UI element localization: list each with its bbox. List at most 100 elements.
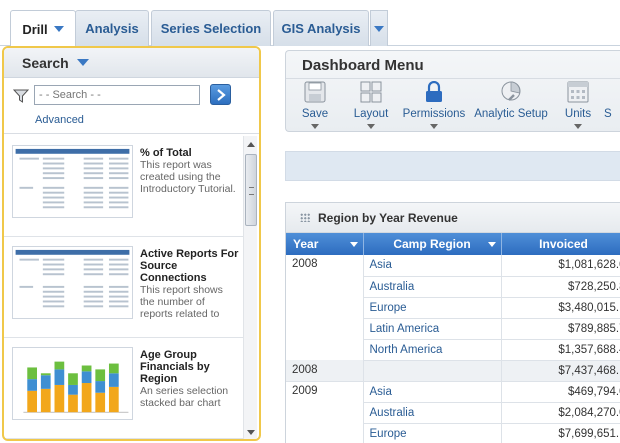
result-title: Active Reports For Source Connections: [140, 248, 239, 284]
permissions-label: Permissions: [402, 108, 466, 120]
region-cell[interactable]: Asia: [363, 381, 502, 403]
lock-icon: [426, 81, 442, 102]
invoiced-cell: $469,794.0: [501, 381, 620, 403]
invoiced-cell: $728,250.8: [501, 276, 620, 298]
tab-gis-analysis-label: GIS Analysis: [281, 21, 361, 36]
invoiced-cell: $7,699,651.1: [501, 423, 620, 443]
tab-analysis[interactable]: Analysis: [75, 10, 149, 46]
result-description: An series selection stacked bar chart: [140, 385, 229, 409]
drag-handle-icon[interactable]: [300, 213, 311, 222]
invoiced-cell: $1,357,688.4: [501, 339, 620, 361]
results-scrollbar[interactable]: [243, 136, 257, 439]
permissions-button[interactable]: Permissions: [400, 79, 468, 129]
units-button[interactable]: Units: [558, 79, 598, 129]
chevron-down-icon[interactable]: [430, 124, 438, 129]
advanced-search-link[interactable]: Advanced: [35, 114, 84, 126]
report-panel: Region by Year Revenue Year Camp Region …: [285, 202, 620, 443]
tab-drill[interactable]: Drill: [10, 10, 76, 47]
analytic-setup-icon: [501, 81, 521, 101]
search-go-button[interactable]: [210, 84, 231, 105]
region-cell[interactable]: Europe: [363, 423, 502, 443]
result-description: This report shows the number of reports …: [140, 284, 223, 320]
year-cell: 2009: [286, 381, 364, 443]
chevron-down-icon[interactable]: [349, 242, 358, 247]
tab-bar: Drill Analysis Series Selection GIS Anal…: [0, 0, 620, 47]
result-title: Age Group Financials by Region: [140, 349, 210, 385]
subtotal-label: 2008: [286, 360, 364, 382]
search-form: Advanced: [4, 78, 259, 134]
tab-drill-label: Drill: [22, 21, 48, 37]
search-input[interactable]: [34, 85, 200, 105]
search-result-item[interactable]: % of Total This report was created using…: [4, 136, 243, 237]
search-result-item[interactable]: Active Reports For Source Connections Th…: [4, 237, 243, 338]
report-thumbnail: [12, 145, 133, 218]
more-tabs-button[interactable]: [370, 10, 388, 46]
region-cell[interactable]: Asia: [363, 255, 502, 277]
chevron-down-icon[interactable]: [76, 59, 89, 66]
chevron-down-icon[interactable]: [53, 26, 64, 32]
stacked-bar-chart-thumbnail: [12, 347, 133, 420]
table-header-row: Year Camp Region Invoiced: [286, 233, 620, 255]
result-title: % of Total: [140, 147, 192, 159]
invoiced-cell: $2,084,270.0: [501, 402, 620, 424]
chevron-down-icon[interactable]: [311, 124, 319, 129]
report-table: Year Camp Region Invoiced 2008 Asia $1,0…: [286, 233, 620, 443]
result-description: This report was created using the Introd…: [140, 159, 236, 195]
column-header-label: Invoiced: [539, 237, 588, 251]
arrow-right-icon: [216, 88, 226, 101]
truncated-tool-label: S: [604, 108, 612, 120]
region-cell[interactable]: North America: [363, 339, 502, 361]
invoiced-cell: $3,480,015.1: [501, 297, 620, 319]
analytic-setup-label: Analytic Setup: [474, 108, 548, 120]
search-result-item[interactable]: Age Group Financials by Region An series…: [4, 338, 243, 439]
layout-button[interactable]: Layout: [346, 79, 396, 129]
units-icon: [567, 81, 589, 103]
scroll-down-icon[interactable]: [247, 430, 255, 435]
subtotal-row: 2008 $7,437,468.1: [286, 360, 620, 382]
dashboard-filter-bar: [285, 151, 620, 181]
layout-icon: [360, 81, 382, 103]
column-header-invoiced[interactable]: Invoiced: [501, 233, 620, 255]
region-cell[interactable]: Europe: [363, 297, 502, 319]
report-header: Region by Year Revenue: [286, 203, 620, 233]
table-row: 2008 Asia $1,081,628.0: [286, 255, 620, 360]
search-results-list: % of Total This report was created using…: [4, 136, 243, 439]
tab-series-selection[interactable]: Series Selection: [151, 10, 271, 46]
save-button[interactable]: Save: [290, 79, 340, 129]
tab-gis-analysis[interactable]: GIS Analysis: [273, 10, 369, 46]
subtotal-spacer: [363, 360, 502, 382]
region-cell[interactable]: Australia: [363, 276, 502, 298]
report-thumbnail: [12, 246, 133, 319]
invoiced-cell: $1,081,628.0: [501, 255, 620, 277]
chevron-down-icon[interactable]: [574, 124, 582, 129]
column-header-label: Camp Region: [393, 237, 471, 251]
year-cell: 2008: [286, 255, 364, 360]
chevron-down-icon: [374, 25, 384, 32]
invoiced-cell: $789,885.7: [501, 318, 620, 340]
table-row: 2009 Asia $469,794.0: [286, 381, 620, 443]
subtotal-value: $7,437,468.1: [501, 360, 620, 382]
column-header-year[interactable]: Year: [286, 233, 364, 255]
report-title: Region by Year Revenue: [318, 210, 458, 225]
region-cell[interactable]: Australia: [363, 402, 502, 424]
column-header-camp-region[interactable]: Camp Region: [363, 233, 502, 255]
tab-analysis-label: Analysis: [85, 21, 139, 36]
filter-icon[interactable]: [13, 89, 29, 103]
save-label: Save: [301, 108, 329, 120]
dashboard-menu-title: Dashboard Menu: [302, 57, 424, 74]
column-header-label: Year: [293, 237, 319, 251]
search-panel-header[interactable]: Search: [4, 48, 259, 78]
truncated-tool-button[interactable]: S: [604, 79, 620, 129]
dashboard-menu: Dashboard Menu Save Layout Permissions A…: [285, 50, 620, 132]
layout-label: Layout: [353, 108, 389, 120]
scrollbar-thumb[interactable]: [245, 154, 257, 226]
region-cell[interactable]: Latin America: [363, 318, 502, 340]
analytic-setup-button[interactable]: Analytic Setup: [472, 79, 550, 129]
search-panel: Search Advanced: [2, 46, 261, 441]
scroll-up-icon[interactable]: [247, 142, 255, 147]
chevron-down-icon[interactable]: [367, 124, 375, 129]
tab-series-selection-label: Series Selection: [160, 21, 262, 36]
save-icon: [304, 81, 326, 103]
chevron-down-icon[interactable]: [487, 242, 496, 247]
search-header-label: Search: [22, 54, 69, 71]
